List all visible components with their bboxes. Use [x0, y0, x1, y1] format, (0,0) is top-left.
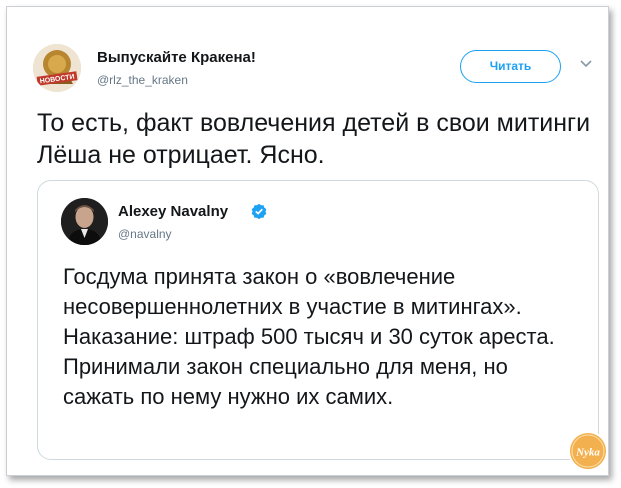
- author-avatar[interactable]: НОВОСТИ: [33, 44, 81, 92]
- quoted-tweet-card[interactable]: Alexey Navalny @navalny Госдума принята …: [37, 180, 599, 460]
- navalny-avatar-image: [61, 198, 108, 245]
- kraken-avatar-image: НОВОСТИ: [33, 44, 81, 92]
- nyka-watermark-logo: Nyka: [568, 431, 608, 471]
- author-handle[interactable]: @rlz_the_kraken: [97, 73, 188, 87]
- quoted-author-avatar[interactable]: [61, 198, 108, 245]
- tweet-text: То есть, факт вовлечения детей в свои ми…: [37, 109, 591, 169]
- verified-badge-icon: [251, 203, 267, 219]
- screenshot-frame: НОВОСТИ Выпускайте Кракена! @rlz_the_kra…: [6, 6, 609, 476]
- quoted-author-name[interactable]: Alexey Navalny: [118, 203, 228, 220]
- chevron-down-icon[interactable]: [579, 59, 593, 69]
- author-name[interactable]: Выпускайте Кракена!: [97, 49, 256, 66]
- quoted-author-handle[interactable]: @navalny: [118, 227, 172, 241]
- quoted-tweet-text: Госдума принята закон о «вовлечение несо…: [63, 264, 555, 409]
- watermark-text: Nyka: [575, 447, 600, 459]
- follow-button[interactable]: Читать: [460, 50, 561, 83]
